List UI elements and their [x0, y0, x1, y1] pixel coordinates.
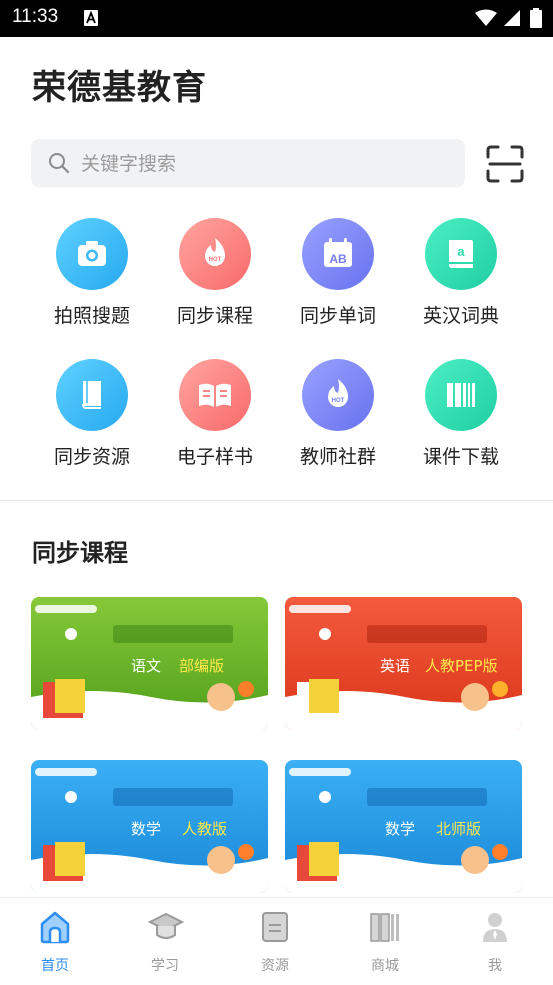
feature-sync-words[interactable]: AB 同步单词	[276, 215, 400, 335]
document-icon	[262, 912, 288, 942]
feature-label: 课件下载	[422, 446, 499, 468]
svg-text:HOT: HOT	[332, 398, 345, 404]
course-edition: 北师版	[436, 820, 482, 838]
feature-label: 英汉词典	[422, 305, 499, 327]
feature-icon-bg: HOT	[302, 359, 374, 431]
course-card[interactable]: 数学 人教版	[31, 760, 268, 893]
search-bar[interactable]	[31, 139, 465, 189]
course-subject: 英语	[380, 657, 411, 675]
hot-flame-icon: HOT	[205, 238, 225, 266]
course-subject: 数学	[385, 820, 416, 838]
feature-icon-bg	[179, 359, 251, 431]
wifi-icon	[475, 9, 497, 26]
signal-icon	[504, 10, 520, 26]
tab-label: 商城	[371, 958, 399, 974]
tab-me[interactable]: 我	[440, 898, 550, 985]
ab-calendar-icon: AB	[324, 238, 352, 267]
book-icon	[82, 381, 101, 409]
bottom-tab-bar: 首页 学习 资源 商城 我	[0, 897, 553, 985]
course-edition: 人教版	[182, 820, 228, 838]
app-title: 荣德基教育	[32, 68, 207, 108]
feature-courseware-download[interactable]: 课件下载	[399, 356, 523, 476]
feature-label: 同步课程	[176, 305, 253, 327]
feature-label: 电子样书	[176, 446, 253, 468]
course-edition: 部编版	[179, 657, 225, 675]
tab-label: 我	[488, 958, 502, 974]
scan-icon[interactable]	[486, 145, 524, 183]
graduation-cap-icon	[148, 912, 184, 939]
course-subject: 数学	[131, 820, 162, 838]
feature-teacher-community[interactable]: HOT 教师社群	[276, 356, 400, 476]
tab-label: 学习	[151, 958, 179, 974]
books-icon	[370, 913, 399, 942]
feature-icon-bg	[56, 359, 128, 431]
feature-ebook[interactable]: 电子样书	[153, 356, 277, 476]
svg-text:AB: AB	[329, 252, 347, 266]
course-edition: 人教PEP版	[425, 657, 498, 675]
feature-icon-bg: HOT	[179, 218, 251, 290]
course-card[interactable]: 数学 北师版	[285, 760, 522, 893]
tab-study[interactable]: 学习	[110, 898, 220, 985]
feature-icon-bg: AB	[302, 218, 374, 290]
tab-home[interactable]: 首页	[0, 898, 110, 985]
feature-icon-bg	[425, 359, 497, 431]
books-shelf-icon	[447, 383, 475, 407]
feature-label: 教师社群	[299, 446, 376, 468]
search-input[interactable]	[79, 139, 453, 189]
feature-sync-course[interactable]: HOT 同步课程	[153, 215, 277, 335]
person-icon	[483, 913, 507, 942]
course-card[interactable]: 语文 部编版	[31, 597, 268, 730]
divider	[0, 500, 553, 501]
feature-photo-search[interactable]: 拍照搜题	[30, 215, 154, 335]
search-icon	[49, 153, 70, 174]
feature-icon-bg: a	[425, 218, 497, 290]
open-book-icon	[199, 383, 231, 407]
tab-mall[interactable]: 商城	[330, 898, 440, 985]
tab-resources[interactable]: 资源	[220, 898, 330, 985]
feature-dictionary[interactable]: a 英汉词典	[399, 215, 523, 335]
home-icon	[40, 911, 70, 944]
status-time: 11:33	[12, 6, 59, 27]
feature-sync-resources[interactable]: 同步资源	[30, 356, 154, 476]
feature-label: 同步资源	[53, 446, 130, 468]
course-card[interactable]: 英语 人教PEP版	[285, 597, 522, 730]
feature-label: 拍照搜题	[53, 305, 130, 327]
tab-label: 资源	[261, 958, 289, 974]
svg-text:HOT: HOT	[209, 257, 222, 263]
hot-flame-icon: HOT	[328, 379, 348, 407]
feature-label: 同步单词	[299, 305, 376, 327]
course-subject: 语文	[131, 657, 162, 675]
battery-icon	[530, 8, 542, 28]
tab-label: 首页	[41, 958, 69, 974]
status-bar: 11:33	[0, 0, 553, 37]
feature-icon-bg	[56, 218, 128, 290]
camera-icon	[78, 241, 106, 266]
dictionary-icon: a	[449, 240, 473, 268]
section-title: 同步课程	[32, 539, 128, 567]
svg-text:a: a	[457, 244, 465, 259]
notification-a-icon	[84, 10, 98, 26]
